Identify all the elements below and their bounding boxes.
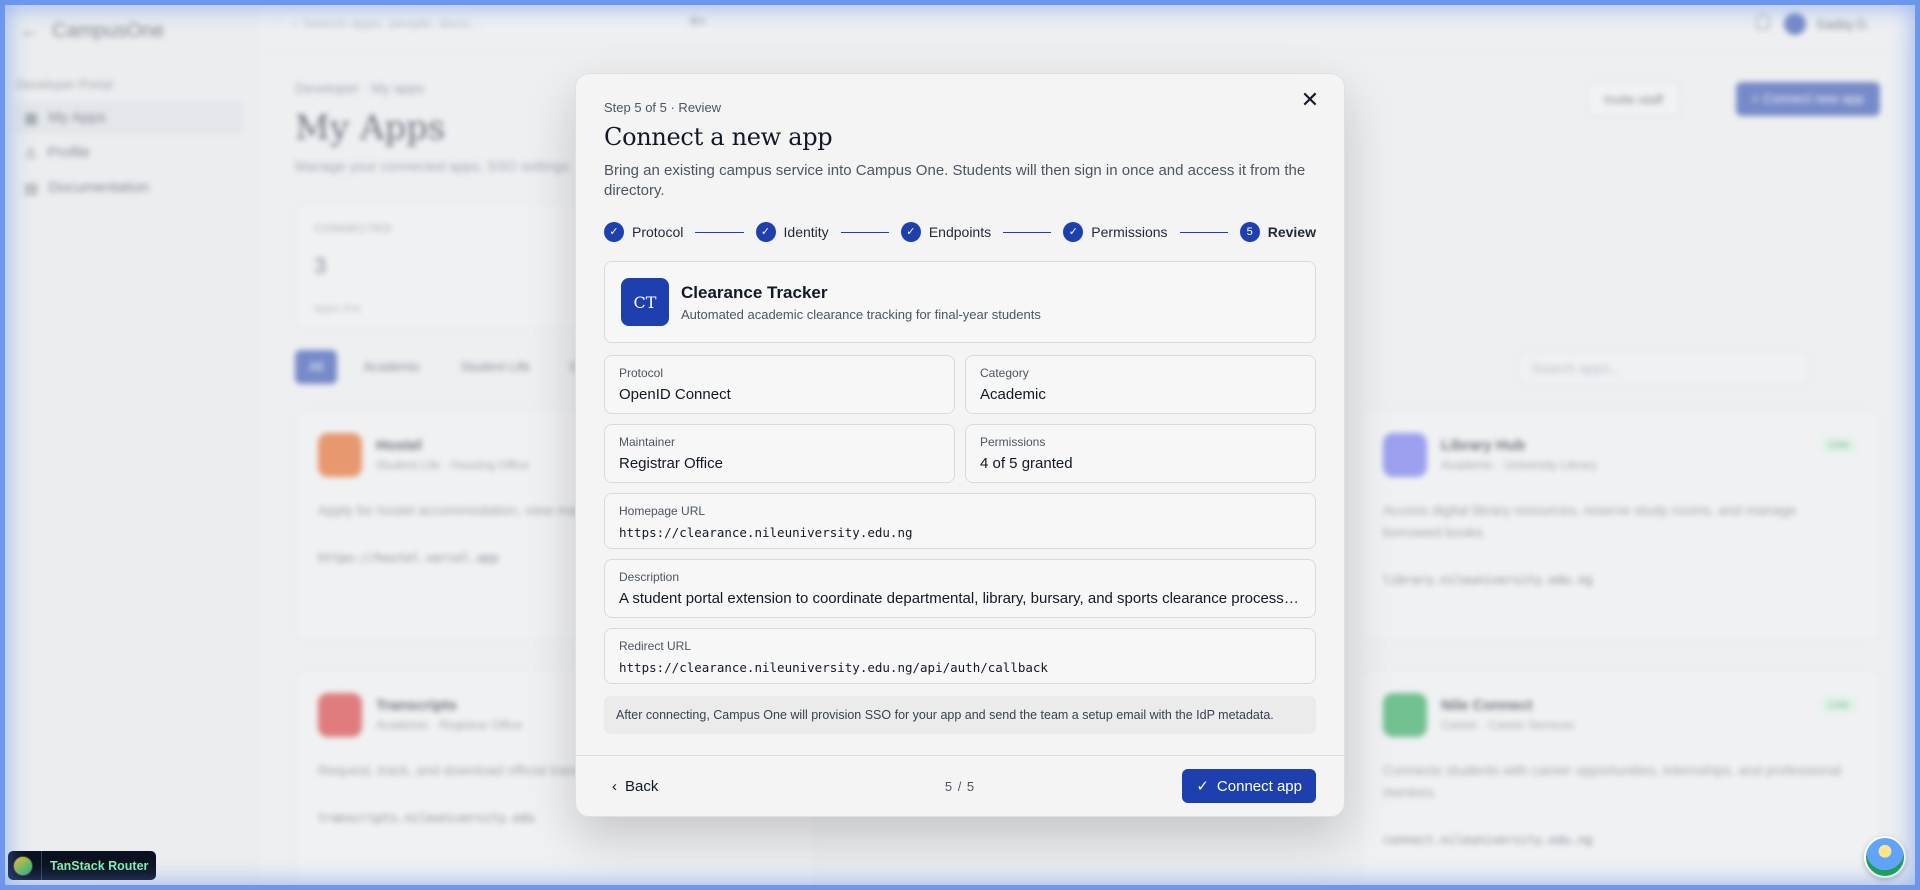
step-identity[interactable]: ✓ Identity (755, 222, 829, 242)
step-protocol[interactable]: ✓ Protocol (604, 222, 683, 242)
field-redirect-url: Redirect URL https://clearance.nileunive… (604, 628, 1316, 684)
check-icon: ✓ (604, 222, 624, 242)
tanstack-logo-icon (13, 855, 33, 876)
stepper: ✓ Protocol ✓ Identity ✓ Endpoints ✓ Perm… (604, 221, 1316, 243)
step-endpoints[interactable]: ✓ Endpoints (900, 222, 991, 242)
field-protocol: Protocol OpenID Connect (604, 355, 955, 414)
app-info: Clearance Tracker Automated academic cle… (681, 283, 1041, 322)
connect-app-modal: ✕ Step 5 of 5 · Review Connect a new app… (575, 73, 1345, 817)
chevron-left-icon: ‹ (612, 777, 617, 795)
app-tagline: Automated academic clearance tracking fo… (681, 306, 1041, 322)
step-connector (840, 231, 889, 233)
modal-body: Step 5 of 5 · Review Connect a new app B… (576, 74, 1344, 734)
check-icon: ✓ (755, 222, 776, 242)
step-number: 5 (1239, 222, 1260, 242)
modal-title: Connect a new app (604, 123, 833, 151)
field-homepage-url: Homepage URL https://clearance.nileunive… (604, 493, 1316, 549)
info-note: After connecting, Campus One will provis… (604, 696, 1316, 734)
check-icon: ✓ (1063, 222, 1084, 242)
step-connector (1003, 231, 1052, 233)
check-icon: ✓ (900, 222, 921, 242)
check-icon: ✓ (1196, 778, 1209, 795)
back-button[interactable]: ‹ Back (604, 772, 666, 801)
step-connector (695, 231, 744, 233)
step-permissions[interactable]: ✓ Permissions (1063, 222, 1168, 242)
step-connector (1179, 231, 1228, 233)
app-avatar: CT (621, 278, 669, 326)
app-name: Clearance Tracker (681, 282, 828, 302)
step-review[interactable]: 5 Review (1239, 222, 1316, 242)
step-pager: 5 / 5 (944, 778, 976, 794)
close-icon[interactable]: ✕ (1296, 86, 1324, 114)
tanstack-devtools-button[interactable]: TanStack Router (8, 851, 156, 880)
app-summary-card: CT Clearance Tracker Automated academic … (604, 261, 1316, 343)
palm-tree-icon[interactable] (1864, 836, 1906, 878)
field-maintainer: Maintainer Registrar Office (604, 424, 955, 483)
step-label: Step 5 of 5 · Review (604, 100, 722, 115)
connect-app-button[interactable]: ✓ Connect app (1182, 769, 1316, 803)
field-permissions: Permissions 4 of 5 granted (965, 424, 1316, 483)
modal-footer: ‹ Back 5 / 5 ✓ Connect app (576, 755, 1344, 816)
field-category: Category Academic (965, 355, 1316, 414)
review-grid: Protocol OpenID Connect Category Academi… (604, 355, 1316, 483)
modal-description: Bring an existing campus service into Ca… (604, 162, 1306, 199)
field-description: Description A student portal extension t… (604, 559, 1316, 618)
